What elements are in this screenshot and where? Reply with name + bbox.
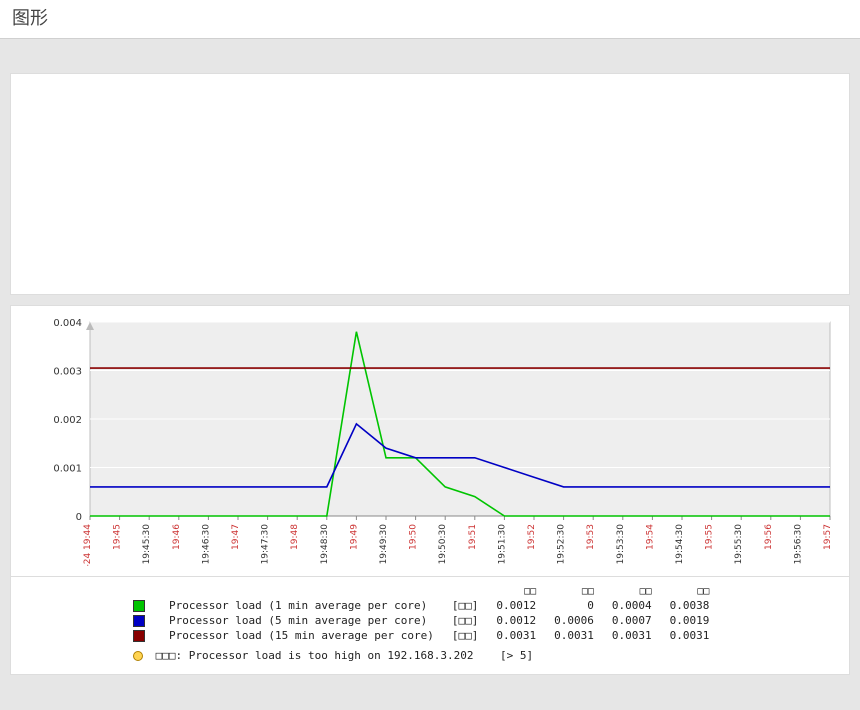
svg-text:0.003: 0.003	[53, 367, 82, 378]
svg-text:19:46: 19:46	[172, 524, 182, 550]
svg-text:19:56:30: 19:56:30	[793, 524, 803, 565]
legend-row: Processor load (1 min average per core)[…	[133, 598, 727, 613]
page-title: 图形	[0, 0, 860, 39]
svg-text:19:53: 19:53	[586, 524, 596, 550]
legend-table: □□□□□□□□Processor load (1 min average pe…	[133, 585, 727, 643]
svg-text:19:54: 19:54	[645, 524, 655, 550]
page-title-text: 图形	[12, 8, 48, 29]
svg-text:19:51: 19:51	[468, 524, 478, 550]
legend-label: Processor load (15 min average per core)	[169, 628, 452, 643]
warning-icon	[133, 651, 143, 661]
legend-row: Processor load (15 min average per core)…	[133, 628, 727, 643]
svg-text:19:49:30: 19:49:30	[379, 524, 389, 565]
svg-text:10-24 19:44: 10-24 19:44	[83, 524, 93, 566]
svg-text:19:48:30: 19:48:30	[320, 524, 330, 565]
svg-text:19:49: 19:49	[349, 524, 359, 550]
top-panel	[10, 73, 850, 295]
svg-text:19:53:30: 19:53:30	[616, 524, 626, 565]
svg-text:19:50: 19:50	[409, 524, 419, 550]
trigger-row: □□□: Processor load is too high on 192.1…	[133, 649, 837, 662]
trigger-label: □□□: Processor load is too high on 192.1…	[156, 649, 474, 662]
svg-text:19:45:30: 19:45:30	[142, 524, 152, 565]
svg-text:0.001: 0.001	[53, 464, 82, 475]
svg-text:19:45: 19:45	[113, 524, 123, 550]
spacer	[0, 39, 860, 73]
svg-text:19:51:30: 19:51:30	[497, 524, 507, 565]
svg-text:19:48: 19:48	[290, 524, 300, 550]
svg-text:19:55: 19:55	[705, 524, 715, 550]
svg-text:19:46:30: 19:46:30	[201, 524, 211, 565]
svg-text:19:57: 19:57	[823, 524, 833, 550]
chart-canvas: 0 0.001 0.002 0.003 0.004 10-24 19:44 19:45 19:…	[20, 316, 840, 566]
chart-panel: 0 0.001 0.002 0.003 0.004 10-24 19:44 19:45 19:…	[10, 305, 850, 577]
svg-text:19:52: 19:52	[527, 524, 537, 550]
chart-svg: 0 0.001 0.002 0.003 0.004 10-24 19:44 19:45 19:…	[20, 316, 840, 566]
legend-label: Processor load (1 min average per core)	[169, 598, 452, 613]
legend-row: Processor load (5 min average per core)[…	[133, 613, 727, 628]
svg-text:19:54:30: 19:54:30	[675, 524, 685, 565]
svg-text:19:47:30: 19:47:30	[261, 524, 271, 565]
svg-text:19:52:30: 19:52:30	[557, 524, 567, 565]
svg-text:19:56: 19:56	[764, 524, 774, 550]
svg-text:0: 0	[76, 512, 82, 523]
trigger-threshold: [> 5]	[500, 649, 533, 662]
legend-panel: □□□□□□□□Processor load (1 min average pe…	[10, 577, 850, 675]
legend-label: Processor load (5 min average per core)	[169, 613, 452, 628]
svg-text:19:50:30: 19:50:30	[438, 524, 448, 565]
svg-text:0.004: 0.004	[53, 318, 82, 329]
svg-text:19:47: 19:47	[231, 524, 241, 550]
svg-text:0.002: 0.002	[53, 415, 82, 426]
svg-text:19:55:30: 19:55:30	[734, 524, 744, 565]
